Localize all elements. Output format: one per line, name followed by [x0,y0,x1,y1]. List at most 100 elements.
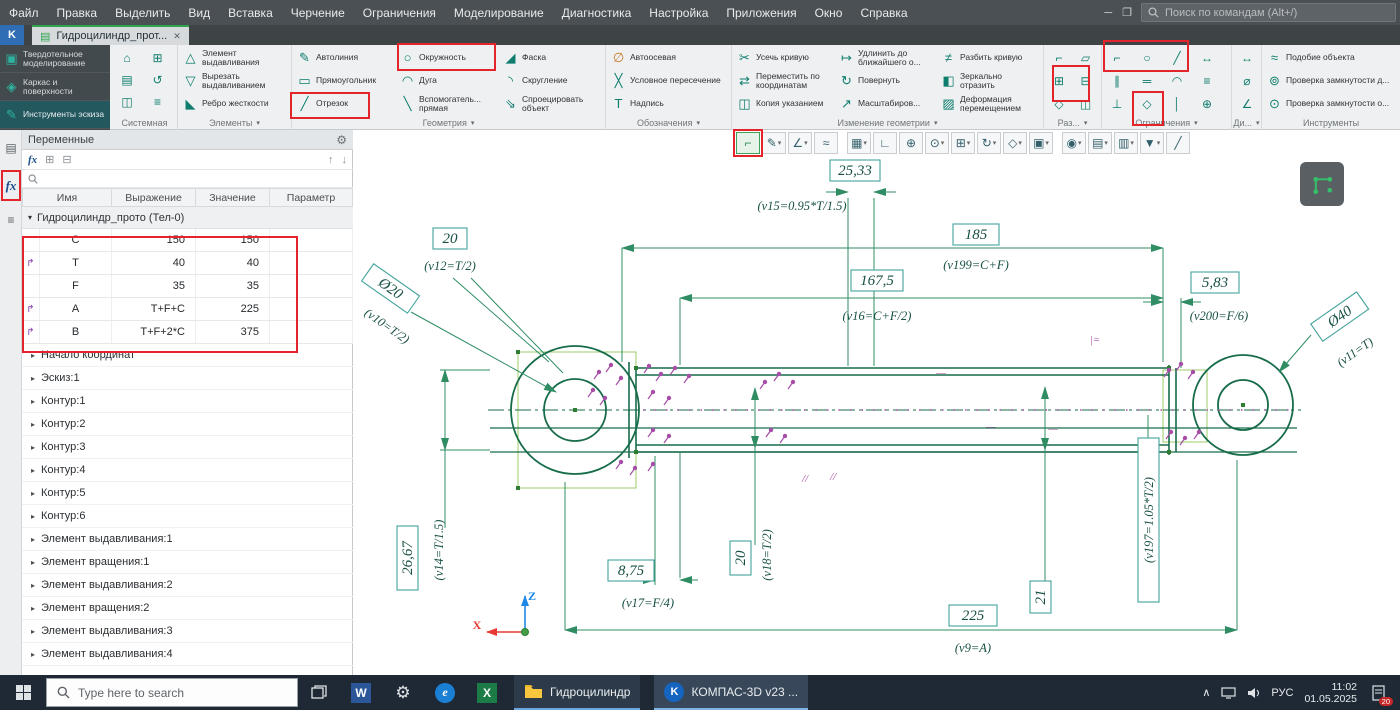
snap-settings-icon[interactable]: ⌐ [736,132,760,154]
constraint-parallel-icon[interactable]: ∥ [1105,70,1129,91]
undo-icon[interactable]: ↺ [146,69,170,90]
tree-item-extrusion[interactable]: ▸ Элемент выдавливания:4 [22,643,353,666]
move-down-icon[interactable]: ↓ [342,154,348,166]
rounding-icon[interactable]: ≈ [814,132,838,154]
tool-extrude[interactable]: △ Элемент выдавливания [180,46,288,69]
clock[interactable]: 11:02 01.05.2025 [1304,681,1357,705]
menu-file[interactable]: Файл [0,0,48,25]
expand-arrow-icon[interactable]: ▾ [28,213,32,222]
orientation-icon[interactable]: ◇ ▾ [1003,132,1027,154]
tree-item-sketch[interactable]: ▸ Эскиз:1 [22,367,353,390]
list-icon[interactable]: ≡ [146,91,170,112]
misc-icon-6[interactable]: ◫ [1074,93,1098,114]
document-tab[interactable]: ▤ Гидроцилиндр_прот... ✕ [32,25,189,45]
tool-rotate[interactable]: ↻ Повернуть [836,69,938,92]
app-logo[interactable]: K [0,25,24,45]
angle-snap-icon[interactable]: ∠ ▾ [788,132,812,154]
tool-text[interactable]: T Надпись [608,92,728,115]
fx-variables-icon[interactable]: fx [0,174,22,198]
rotate-view-icon[interactable]: ↻ ▾ [977,132,1001,154]
grid-icon[interactable]: ▦ ▾ [847,132,871,154]
variable-row[interactable]: F 35 35 [22,275,353,298]
tree-item-contour[interactable]: ▸ Контур:2 [22,413,353,436]
menu-insert[interactable]: Вставка [219,0,282,25]
tree-item-extrusion[interactable]: ▸ Элемент выдавливания:3 [22,620,353,643]
constraint-vertical-icon[interactable]: │ [1165,93,1189,114]
misc-icon-2[interactable]: ⊞ [1047,70,1071,91]
folder-window-button[interactable]: Гидроцилиндр [514,675,641,710]
misc-icon-3[interactable]: ◇ [1047,93,1071,114]
sections-icon[interactable]: ▤ ▾ [1088,132,1112,154]
menu-help[interactable]: Справка [851,0,916,25]
taskbar-search-input[interactable]: Type here to search [46,678,298,707]
menu-modeling[interactable]: Моделирование [445,0,553,25]
edge-app-button[interactable]: e [424,675,466,710]
erase-mode-icon[interactable]: ✎ ▾ [762,132,786,154]
constraint-coincident-icon[interactable]: ⊕ [1195,93,1219,114]
tree-panel-icon[interactable]: ▤ [0,136,22,160]
table-view-icon[interactable]: ⊞ [45,153,54,166]
ortho-icon[interactable]: ∟ [873,132,897,154]
constraint-snap-icon[interactable]: ⌐ [1105,47,1129,68]
column-header[interactable]: Выражение [112,188,196,207]
tree-item-contour[interactable]: ▸ Контур:5 [22,482,353,505]
column-header[interactable]: Параметр [270,188,353,207]
task-view-button[interactable] [298,675,340,710]
tool-auxline[interactable]: ╲ Вспомогатель... прямая [397,92,500,115]
speaker-icon[interactable] [1247,687,1260,699]
menu-edit[interactable]: Правка [48,0,107,25]
dimension-labels[interactable]: 185 (v199=C+F) 167,5 (v16=C+F/2) 25,33 (… [360,159,1376,655]
tool-closure-check-outline[interactable]: ⊙ Проверка замкнутости о... [1264,92,1396,115]
mode-solid-modeling[interactable]: ▣ Твердотельное моделирование [0,45,110,73]
tool-conditional-intersection[interactable]: ╳ Условное пересечение [608,69,728,92]
tree-item-revolution[interactable]: ▸ Элемент вращения:1 [22,551,353,574]
mode-wireframe-surfaces[interactable]: ◈ Каркас и поверхности [0,73,110,101]
tool-autoaxis[interactable]: ∅ Автоосевая [608,46,728,69]
tray-chevron-icon[interactable]: ∧ [1202,686,1210,699]
display-mode-icon[interactable]: ▣ ▾ [1029,132,1053,154]
variables-group-row[interactable]: ▾ Гидроцилиндр_прото (Тел-0) [22,207,353,229]
constraint-arc-icon[interactable]: ◠ [1165,70,1189,91]
constraint-equal-length-icon[interactable]: ↔ [1195,47,1219,68]
tree-item-contour[interactable]: ▸ Контур:6 [22,505,353,528]
dimension-angle-icon[interactable]: ∠ [1235,93,1259,114]
tool-rib[interactable]: ◣ Ребро жесткости [180,92,288,115]
tree-item-contour[interactable]: ▸ Контур:1 [22,390,353,413]
tree-item-extrusion[interactable]: ▸ Элемент выдавливания:1 [22,528,353,551]
tree-item-contour[interactable]: ▸ Контур:3 [22,436,353,459]
constraint-horizontal-icon[interactable]: ═ [1135,70,1159,91]
word-app-button[interactable]: W [340,675,382,710]
tree-item-origin[interactable]: ▸ Начало координат [22,344,353,367]
variable-row[interactable]: ↱ A T+F+C 225 [22,298,353,321]
gear-icon[interactable]: ⚙ [336,133,347,147]
tool-arc[interactable]: ◠ Дуга [397,69,500,92]
mode-sketch-tools[interactable]: ✎ Инструменты эскиза [0,101,110,129]
menu-view[interactable]: Вид [179,0,219,25]
tree-item-extrusion[interactable]: ▸ Элемент выдавливания:2 [22,574,353,597]
tool-closure-check-detail[interactable]: ⊚ Проверка замкнутости д... [1264,69,1396,92]
move-up-icon[interactable]: ↑ [328,154,334,166]
green-app-button[interactable]: X [466,675,508,710]
misc-icon-5[interactable]: ⊟ [1074,70,1098,91]
column-header[interactable]: Имя [22,188,112,207]
misc-icon-1[interactable]: ⌐ [1047,47,1071,68]
filter-icon[interactable]: ▼ ▾ [1140,132,1164,154]
menu-draw[interactable]: Черчение [282,0,354,25]
tree-item-contour[interactable]: ▸ Контур:4 [22,459,353,482]
variables-search[interactable] [22,170,353,188]
tool-autoline[interactable]: ✎ Автолиния [294,46,397,69]
tool-chamfer[interactable]: ◢ Фаска [500,46,603,69]
constraint-collinear-icon[interactable]: ╱ [1165,47,1189,68]
tool-rectangle[interactable]: ▭ Прямоугольник [294,69,397,92]
minimize-button[interactable]: ─ [1104,7,1112,19]
properties-icon[interactable]: ⌂ [115,47,139,68]
variable-row[interactable]: ↱ T 40 40 [22,252,353,275]
display-icon[interactable] [1221,686,1237,699]
kompas-window-button[interactable]: K КОМПАС-3D v23 ... [654,675,809,710]
restore-button[interactable]: ❐ [1122,6,1132,19]
menu-window[interactable]: Окно [806,0,852,25]
tool-deform[interactable]: ▨ Деформация перемещением [938,92,1040,115]
menu-constraints[interactable]: Ограничения [354,0,445,25]
notification-button[interactable]: 20 [1368,682,1393,706]
tool-move[interactable]: ⇄ Переместить по координатам [734,69,836,92]
